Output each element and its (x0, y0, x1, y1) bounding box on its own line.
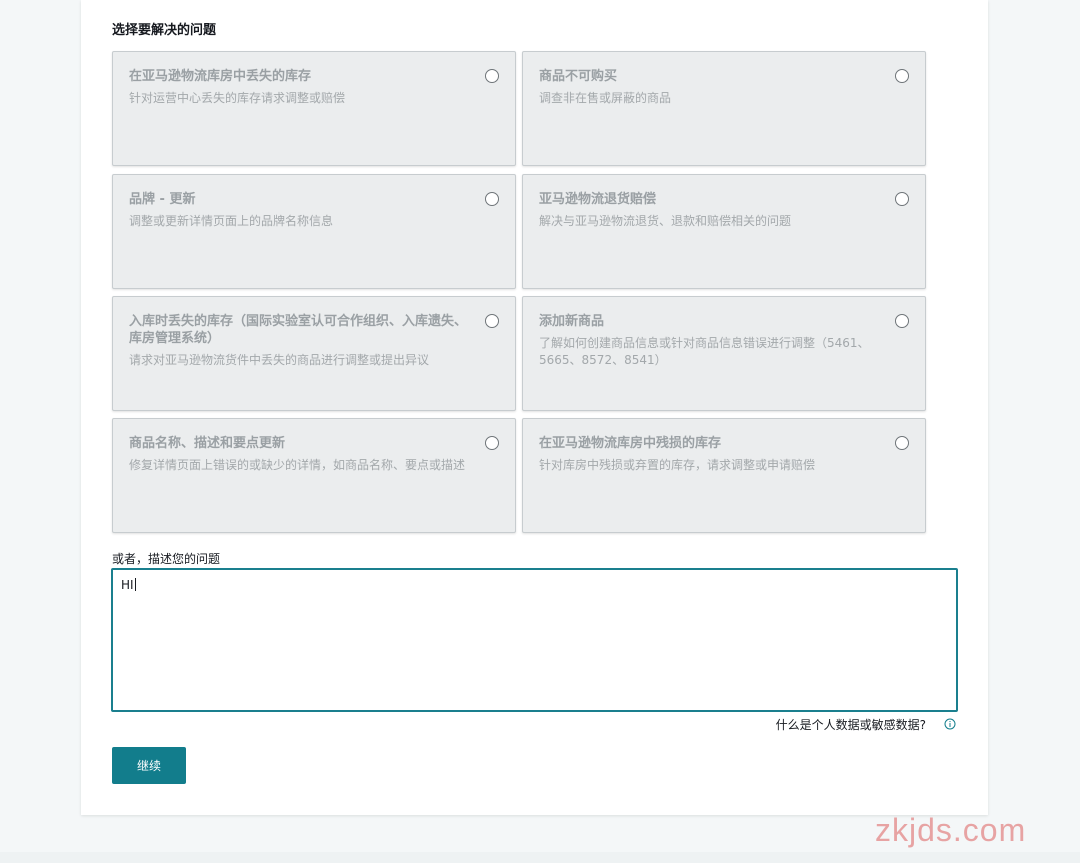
personal-data-help-link[interactable]: 什么是个人数据或敏感数据? (700, 716, 926, 733)
issue-card-brand-update[interactable]: 品牌 - 更新 调整或更新详情页面上的品牌名称信息 (112, 174, 516, 289)
describe-label: 或者，描述您的问题 (112, 552, 221, 566)
card-title: 添加新商品 (539, 314, 605, 329)
info-icon[interactable] (944, 718, 956, 730)
radio-button[interactable] (895, 436, 909, 450)
radio-button[interactable] (485, 192, 499, 206)
card-description: 请求对亚马逊物流货件中丢失的商品进行调整或提出异议 (129, 353, 430, 367)
bottom-strip (0, 852, 1080, 863)
continue-button[interactable]: 继续 (112, 747, 186, 784)
issue-card-lost-inventory[interactable]: 在亚马逊物流库房中丢失的库存 针对运营中心丢失的库存请求调整或赔偿 (112, 51, 516, 166)
card-description: 调整或更新详情页面上的品牌名称信息 (129, 214, 334, 228)
card-title: 商品名称、描述和要点更新 (129, 436, 286, 451)
radio-button[interactable] (895, 69, 909, 83)
card-description: 修复详情页面上错误的或缺少的详情，如商品名称、要点或描述 (129, 458, 466, 472)
describe-textarea[interactable]: HI (111, 568, 958, 712)
radio-button[interactable] (485, 436, 499, 450)
issue-card-add-product[interactable]: 添加新商品 了解如何创建商品信息或针对商品信息错误进行调整（5461、5665、… (522, 296, 926, 411)
card-title: 商品不可购买 (539, 69, 618, 84)
issue-card-fba-returns[interactable]: 亚马逊物流退货赔偿 解决与亚马逊物流退货、退款和赔偿相关的问题 (522, 174, 926, 289)
issue-card-inbound-lost[interactable]: 入库时丢失的库存（国际实验室认可合作组织、入库遗失、库房管理系统） 请求对亚马逊… (112, 296, 516, 411)
issue-card-damaged-inventory[interactable]: 在亚马逊物流库房中残损的库存 针对库房中残损或弃置的库存，请求调整或申请赔偿 (522, 418, 926, 533)
card-description: 针对运营中心丢失的库存请求调整或赔偿 (129, 91, 346, 105)
issue-card-detail-update[interactable]: 商品名称、描述和要点更新 修复详情页面上错误的或缺少的详情，如商品名称、要点或描… (112, 418, 516, 533)
textarea-value: HI (121, 578, 134, 592)
card-title: 品牌 - 更新 (129, 192, 196, 207)
watermark: zkjds.com (875, 812, 1027, 848)
card-description: 了解如何创建商品信息或针对商品信息错误进行调整（5461、5665、8572、8… (539, 336, 870, 367)
card-description: 调查非在售或屏蔽的商品 (539, 91, 672, 105)
radio-button[interactable] (485, 69, 499, 83)
text-caret (134, 578, 136, 591)
card-description: 针对库房中残损或弃置的库存，请求调整或申请赔偿 (539, 458, 816, 472)
section-title: 选择要解决的问题 (112, 23, 217, 38)
issue-card-listing-unavailable[interactable]: 商品不可购买 调查非在售或屏蔽的商品 (522, 51, 926, 166)
card-title: 在亚马逊物流库房中残损的库存 (539, 436, 722, 451)
card-title: 入库时丢失的库存（国际实验室认可合作组织、入库遗失、库房管理系统） (129, 314, 468, 346)
radio-button[interactable] (485, 314, 499, 328)
radio-button[interactable] (895, 314, 909, 328)
radio-button[interactable] (895, 192, 909, 206)
card-description: 解决与亚马逊物流退货、退款和赔偿相关的问题 (539, 214, 792, 228)
card-title: 在亚马逊物流库房中丢失的库存 (129, 69, 312, 84)
card-title: 亚马逊物流退货赔偿 (539, 192, 657, 207)
